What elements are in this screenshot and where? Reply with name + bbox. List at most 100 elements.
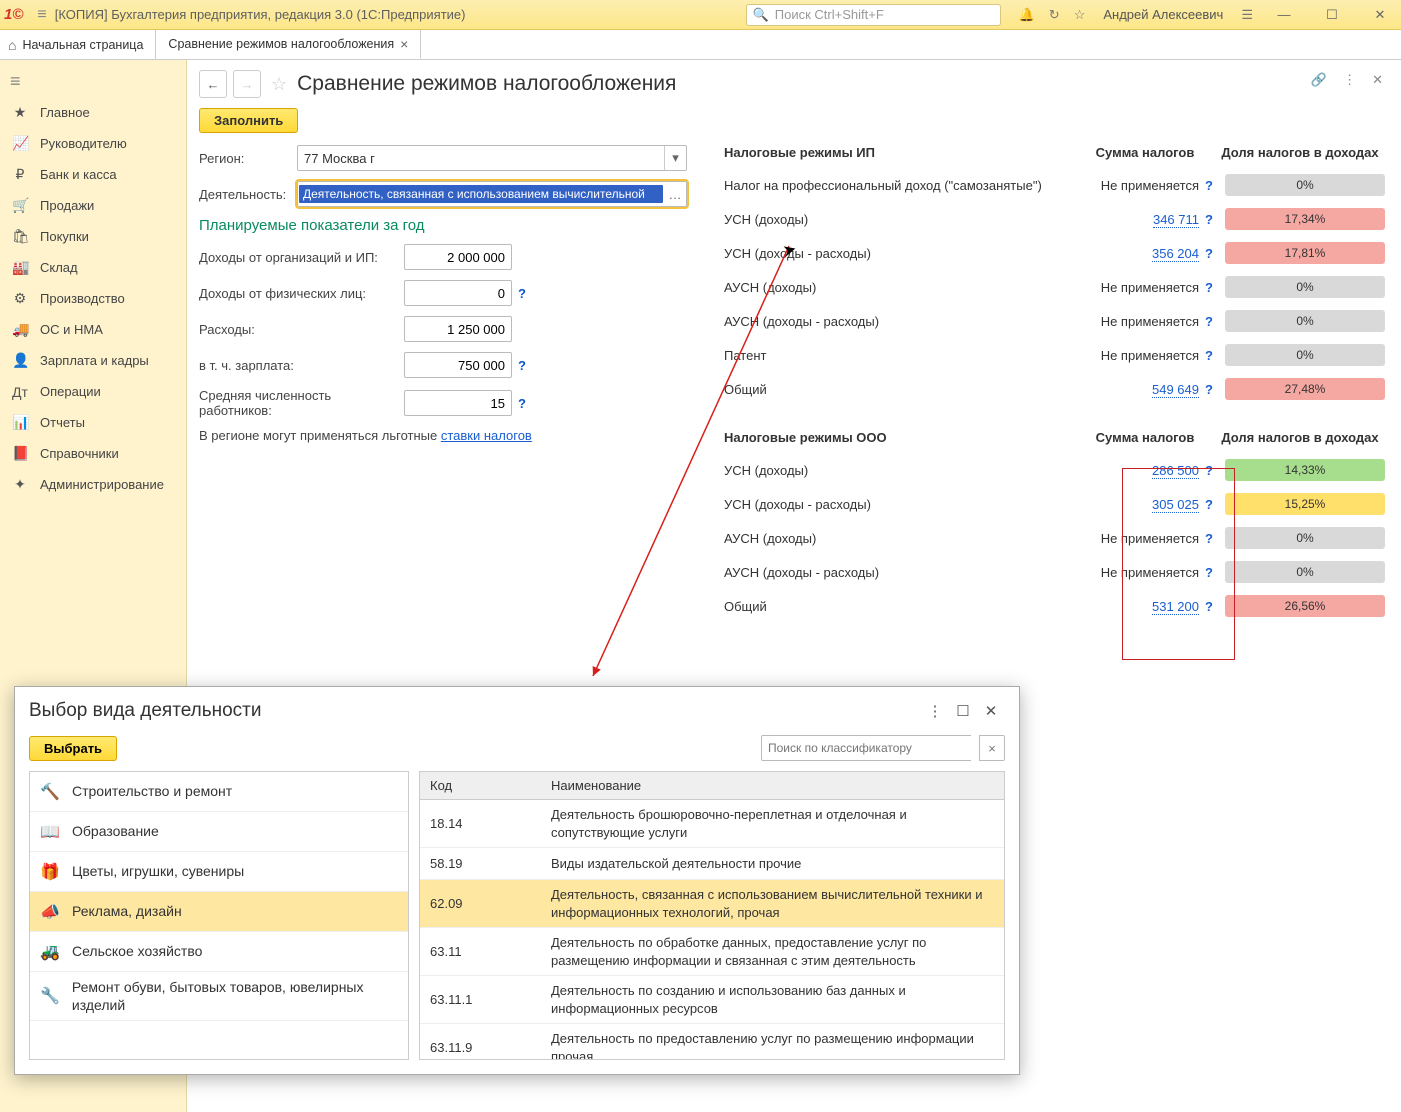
minimize-button[interactable]: — [1267, 7, 1301, 22]
sidebar-item[interactable]: 📕Справочники [0, 438, 186, 469]
dropdown-icon[interactable]: ▾ [664, 146, 686, 170]
current-user[interactable]: Андрей Алексеевич [1103, 7, 1223, 22]
code-row[interactable]: 62.09Деятельность, связанная с использов… [420, 880, 1004, 928]
amount-link[interactable]: 305 025 [1152, 497, 1199, 513]
history-icon[interactable]: ↻ [1049, 7, 1060, 23]
amount-na: Не применяется [1101, 531, 1199, 546]
category-item[interactable]: 🎁Цветы, игрушки, сувениры [30, 852, 408, 892]
code-row[interactable]: 63.11.9Деятельность по предоставлению ус… [420, 1024, 1004, 1059]
regime-name: УСН (доходы) [724, 212, 1075, 227]
help-icon[interactable]: ? [1205, 382, 1217, 397]
sidebar-item[interactable]: ★Главное [0, 97, 186, 128]
share-bar: 0% [1225, 527, 1385, 549]
rates-link[interactable]: ставки налогов [441, 428, 532, 443]
org-income-input[interactable] [404, 244, 512, 270]
nav-forward-button[interactable]: → [233, 70, 261, 98]
sidebar-item-label: Покупки [40, 229, 89, 244]
help-icon[interactable]: ? [1205, 463, 1217, 478]
clear-search-button[interactable]: × [979, 735, 1005, 761]
code-row[interactable]: 58.19Виды издательской деятельности проч… [420, 848, 1004, 880]
amount-link[interactable]: 531 200 [1152, 599, 1199, 615]
sidebar-item[interactable]: 🛒Продажи [0, 190, 186, 221]
ind-income-input[interactable] [404, 280, 512, 306]
sidebar-item-label: Справочники [40, 446, 119, 461]
sidebar-item[interactable]: ДтОперации [0, 376, 186, 407]
dialog-search-input[interactable] [761, 735, 971, 761]
code-row[interactable]: 63.11Деятельность по обработке данных, п… [420, 928, 1004, 976]
link-icon[interactable]: 🔗 [1311, 72, 1327, 88]
sidebar-item[interactable]: 📊Отчеты [0, 407, 186, 438]
amount-na: Не применяется [1101, 280, 1199, 295]
bell-icon[interactable]: 🔔 [1019, 7, 1035, 23]
more-icon[interactable]: ⋮ [1343, 72, 1356, 88]
nav-back-button[interactable]: ← [199, 70, 227, 98]
tab-compare-label: Сравнение режимов налогообложения [168, 37, 394, 51]
tab-compare-modes[interactable]: Сравнение режимов налогообложения × [156, 30, 421, 59]
sidebar-item[interactable]: 👤Зарплата и кадры [0, 345, 186, 376]
amount-link[interactable]: 286 500 [1152, 463, 1199, 479]
sidebar-item[interactable]: ⚙Производство [0, 283, 186, 314]
settings-icon[interactable]: ☰ [1241, 7, 1253, 23]
tab-home[interactable]: ⌂ Начальная страница [0, 30, 156, 59]
code-cell: 63.11.9 [420, 1040, 545, 1055]
salary-label: в т. ч. зарплата: [199, 358, 404, 373]
sidebar-item[interactable]: 📈Руководителю [0, 128, 186, 159]
sidebar-item[interactable]: ₽Банк и касса [0, 159, 186, 190]
help-icon[interactable]: ? [1205, 246, 1217, 261]
sidebar-item[interactable]: 🛍Покупки [0, 221, 186, 252]
category-item[interactable]: 🔧Ремонт обуви, бытовых товаров, ювелирны… [30, 972, 408, 1021]
help-icon[interactable]: ? [518, 286, 526, 301]
category-item[interactable]: 📣Реклама, дизайн [30, 892, 408, 932]
salary-input[interactable] [404, 352, 512, 378]
help-icon[interactable]: ? [1205, 212, 1217, 227]
page-toolbar: ← → ☆ Сравнение режимов налогообложения [199, 70, 1385, 98]
help-icon[interactable]: ? [1205, 348, 1217, 363]
code-table-body[interactable]: 18.14Деятельность брошюровочно-переплетн… [420, 800, 1004, 1059]
sidebar-item-label: Склад [40, 260, 78, 275]
main-menu-icon[interactable]: ≡ [37, 6, 46, 24]
close-button[interactable]: ✕ [1363, 7, 1397, 23]
help-icon[interactable]: ? [1205, 314, 1217, 329]
help-icon[interactable]: ? [1205, 565, 1217, 580]
regime-name: УСН (доходы - расходы) [724, 497, 1075, 512]
help-icon[interactable]: ? [518, 358, 526, 373]
favorite-icon[interactable]: ☆ [271, 74, 287, 95]
activity-select-button[interactable]: … [664, 187, 686, 202]
headcount-input[interactable] [404, 390, 512, 416]
dialog-maximize-icon[interactable]: ☐ [949, 702, 977, 720]
global-search[interactable]: 🔍 Поиск Ctrl+Shift+F [746, 4, 1001, 26]
dialog-more-icon[interactable]: ⋮ [921, 702, 949, 720]
category-item[interactable]: 📖Образование [30, 812, 408, 852]
sidebar-item-icon: ★ [12, 104, 28, 121]
region-combo[interactable]: 77 Москва г ▾ [297, 145, 687, 171]
dialog-close-icon[interactable]: ✕ [977, 702, 1005, 720]
category-label: Реклама, дизайн [72, 902, 182, 920]
category-item[interactable]: 🚜Сельское хозяйство [30, 932, 408, 972]
sidebar-item[interactable]: 🚚ОС и НМА [0, 314, 186, 345]
amount-link[interactable]: 346 711 [1153, 212, 1199, 228]
fill-button[interactable]: Заполнить [199, 108, 298, 133]
category-item[interactable]: 🔨Строительство и ремонт [30, 772, 408, 812]
sidebar-item[interactable]: 🏭Склад [0, 252, 186, 283]
expenses-input[interactable] [404, 316, 512, 342]
sidebar-toggle[interactable]: ≡ [0, 66, 186, 97]
help-icon[interactable]: ? [1205, 531, 1217, 546]
help-icon[interactable]: ? [1205, 280, 1217, 295]
code-row[interactable]: 18.14Деятельность брошюровочно-переплетн… [420, 800, 1004, 848]
help-icon[interactable]: ? [1205, 178, 1217, 193]
maximize-button[interactable]: ☐ [1315, 7, 1349, 23]
category-list[interactable]: 🔨Строительство и ремонт📖Образование🎁Цвет… [29, 771, 409, 1060]
help-icon[interactable]: ? [1205, 599, 1217, 614]
activity-combo[interactable]: Деятельность, связанная с использованием… [297, 181, 687, 207]
page-close-icon[interactable]: ✕ [1372, 72, 1383, 88]
code-row[interactable]: 63.11.1Деятельность по созданию и исполь… [420, 976, 1004, 1024]
star-icon[interactable]: ☆ [1074, 7, 1086, 23]
amount-link[interactable]: 356 204 [1152, 246, 1199, 262]
help-icon[interactable]: ? [518, 396, 526, 411]
dialog-select-button[interactable]: Выбрать [29, 736, 117, 761]
amount-link[interactable]: 549 649 [1152, 382, 1199, 398]
category-icon: 🔧 [40, 986, 60, 1006]
sidebar-item[interactable]: ✦Администрирование [0, 469, 186, 500]
help-icon[interactable]: ? [1205, 497, 1217, 512]
tab-close-icon[interactable]: × [400, 37, 408, 51]
